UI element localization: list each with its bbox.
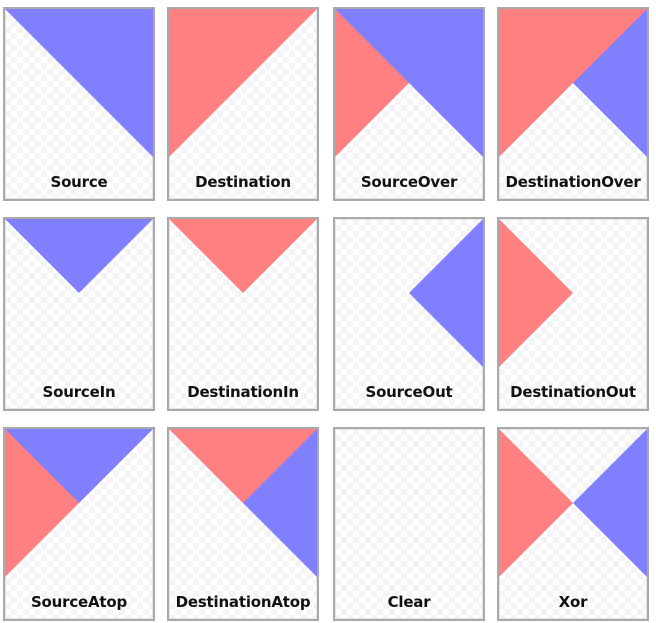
destination-out-diagram bbox=[499, 219, 573, 367]
tile-destination-out: DestinationOut bbox=[497, 217, 649, 411]
tile-label: DestinationOut bbox=[510, 383, 636, 401]
destination-triangle bbox=[169, 219, 317, 293]
source-triangle bbox=[409, 219, 483, 367]
destination-triangle bbox=[169, 9, 317, 157]
tile-label: SourceIn bbox=[42, 383, 116, 401]
tile-label: SourceOver bbox=[360, 173, 458, 191]
source-over-diagram bbox=[335, 9, 483, 157]
destination-in-diagram bbox=[169, 219, 317, 293]
tile-label: Destination bbox=[195, 173, 291, 191]
destination-atop-diagram bbox=[169, 429, 317, 577]
tile-destination-in: DestinationIn bbox=[167, 217, 319, 411]
source-atop-diagram bbox=[5, 429, 153, 577]
tile-source-over: SourceOver bbox=[333, 7, 485, 201]
tile-label: Xor bbox=[558, 593, 588, 611]
tile-source: Source bbox=[3, 7, 155, 201]
source-out-diagram bbox=[409, 219, 483, 367]
xor-diagram bbox=[499, 429, 647, 577]
tile-source-in: SourceIn bbox=[3, 217, 155, 411]
tile-clear: Clear bbox=[333, 427, 485, 621]
tile-label: Clear bbox=[387, 593, 431, 611]
tile-label: SourceOut bbox=[365, 383, 453, 401]
source-triangle bbox=[5, 219, 153, 293]
tile-label: SourceAtop bbox=[30, 593, 128, 611]
tile-destination: Destination bbox=[167, 7, 319, 201]
composite-modes-grid: Source Destination SourceOver Destinatio… bbox=[0, 0, 656, 623]
tile-xor: Xor bbox=[497, 427, 649, 621]
tile-source-atop: SourceAtop bbox=[3, 427, 155, 621]
source-in-diagram bbox=[5, 219, 153, 293]
destination-triangle bbox=[499, 219, 573, 367]
destination-triangle bbox=[499, 429, 573, 577]
tile-label: DestinationAtop bbox=[175, 593, 311, 611]
tile-destination-atop: DestinationAtop bbox=[167, 427, 319, 621]
clear-diagram bbox=[335, 429, 483, 577]
destination-over-diagram bbox=[499, 9, 647, 157]
tile-source-out: SourceOut bbox=[333, 217, 485, 411]
source-triangle bbox=[573, 429, 647, 577]
tile-label: Source bbox=[50, 173, 108, 191]
tile-destination-over: DestinationOver bbox=[497, 7, 649, 201]
tile-label: DestinationOver bbox=[505, 173, 641, 191]
destination-diagram bbox=[169, 9, 317, 157]
source-diagram bbox=[5, 9, 153, 157]
tile-label: DestinationIn bbox=[187, 383, 299, 401]
source-triangle bbox=[5, 9, 153, 157]
